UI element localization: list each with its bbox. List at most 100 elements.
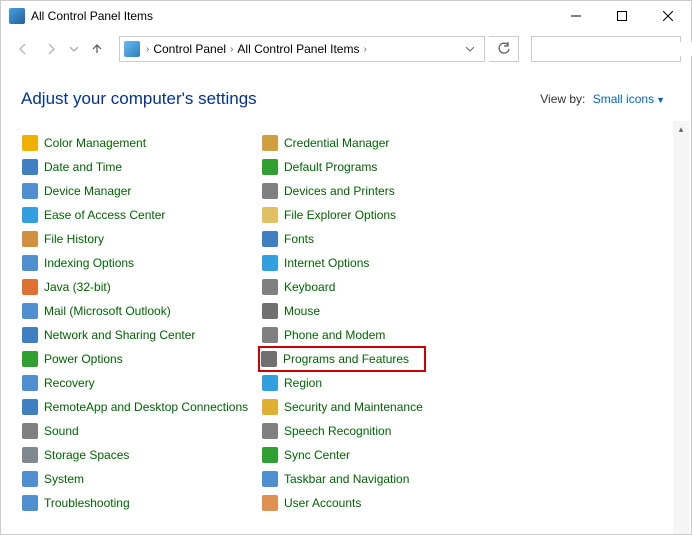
cpl-item[interactable]: File Explorer Options [259,203,499,227]
chevron-right-icon: › [146,44,149,55]
cpl-item[interactable]: Ease of Access Center [19,203,259,227]
cpl-item-label: Java (32-bit) [44,280,111,294]
cpl-item-label: Programs and Features [283,352,409,366]
address-bar[interactable]: › Control Panel › All Control Panel Item… [119,36,485,62]
up-button[interactable] [85,37,109,61]
cpl-item-icon [22,207,38,223]
cpl-item[interactable]: Mouse [259,299,499,323]
cpl-item-icon [262,399,278,415]
cpl-item-icon [262,495,278,511]
cpl-item[interactable]: Keyboard [259,275,499,299]
cpl-item[interactable]: Recovery [19,371,259,395]
cpl-item-label: User Accounts [284,496,361,510]
cpl-item[interactable]: Color Management [19,131,259,155]
cpl-item-label: Keyboard [284,280,335,294]
cpl-item[interactable]: Storage Spaces [19,443,259,467]
cpl-item-label: Mail (Microsoft Outlook) [44,304,171,318]
cpl-item-label: Credential Manager [284,136,389,150]
cpl-item-icon [22,399,38,415]
cpl-item[interactable]: Devices and Printers [259,179,499,203]
cpl-item-label: Color Management [44,136,146,150]
cpl-item[interactable]: Region [259,371,499,395]
cpl-item-label: Fonts [284,232,314,246]
cpl-item-icon [262,183,278,199]
chevron-down-icon: ▼ [656,95,665,105]
cpl-item[interactable]: Fonts [259,227,499,251]
cpl-item-icon [22,183,38,199]
cpl-item[interactable]: RemoteApp and Desktop Connections [19,395,259,419]
search-box[interactable] [531,36,681,62]
cpl-item[interactable]: Device Manager [19,179,259,203]
cpl-item[interactable]: Speech Recognition [259,419,499,443]
address-dropdown[interactable] [460,47,480,52]
cpl-item[interactable]: Sound [19,419,259,443]
cpl-item-label: Security and Maintenance [284,400,423,414]
minimize-button[interactable] [553,1,599,31]
breadcrumb-segment[interactable]: All Control Panel Items [235,42,361,56]
cpl-item-label: Recovery [44,376,95,390]
cpl-item[interactable]: Indexing Options [19,251,259,275]
location-icon [124,41,140,57]
cpl-item-label: File Explorer Options [284,208,396,222]
refresh-button[interactable] [489,36,519,62]
cpl-item[interactable]: Taskbar and Navigation [259,467,499,491]
cpl-item-icon [22,279,38,295]
cpl-item[interactable]: Credential Manager [259,131,499,155]
cpl-item[interactable]: Programs and Features [258,346,426,372]
cpl-item-label: RemoteApp and Desktop Connections [44,400,248,414]
cpl-item[interactable]: File History [19,227,259,251]
cpl-item[interactable]: Phone and Modem [259,323,499,347]
cpl-item[interactable]: Network and Sharing Center [19,323,259,347]
cpl-item[interactable]: Internet Options [259,251,499,275]
cpl-item-label: Region [284,376,322,390]
cpl-item-label: Troubleshooting [44,496,130,510]
cpl-item[interactable]: Power Options [19,347,259,371]
cpl-item[interactable]: System [19,467,259,491]
cpl-item-icon [262,375,278,391]
chevron-right-icon: › [363,44,366,55]
navbar: › Control Panel › All Control Panel Item… [1,31,691,67]
cpl-item[interactable]: Troubleshooting [19,491,259,515]
cpl-item-label: System [44,472,84,486]
cpl-item[interactable]: Mail (Microsoft Outlook) [19,299,259,323]
cpl-item-icon [262,447,278,463]
cpl-item-icon [22,375,38,391]
cpl-item-icon [22,231,38,247]
cpl-item-icon [262,231,278,247]
back-button[interactable] [11,37,35,61]
scrollbar[interactable]: ▴ [673,121,689,534]
breadcrumb-segment[interactable]: Control Panel [151,42,228,56]
cpl-item-icon [22,303,38,319]
titlebar: All Control Panel Items [1,1,691,31]
cpl-item-label: Sound [44,424,79,438]
cpl-item-label: Network and Sharing Center [44,328,195,342]
cpl-item-icon [262,207,278,223]
cpl-item-label: Mouse [284,304,320,318]
cpl-item-icon [22,423,38,439]
cpl-item-icon [22,351,38,367]
control-panel-icon [9,8,25,24]
cpl-item[interactable]: Java (32-bit) [19,275,259,299]
history-dropdown[interactable] [67,47,81,52]
scroll-up-icon[interactable]: ▴ [673,121,689,137]
search-input[interactable] [538,42,692,56]
cpl-item-label: Date and Time [44,160,122,174]
forward-button[interactable] [39,37,63,61]
cpl-item-label: Power Options [44,352,123,366]
cpl-item[interactable]: Date and Time [19,155,259,179]
cpl-item-label: File History [44,232,104,246]
cpl-item-label: Internet Options [284,256,369,270]
viewby-dropdown[interactable]: Small icons▼ [593,92,665,106]
cpl-item[interactable]: Security and Maintenance [259,395,499,419]
items-container: Color Management Credential Manager Date a… [1,121,691,534]
page-title: Adjust your computer's settings [21,89,257,109]
cpl-item-icon [262,279,278,295]
close-button[interactable] [645,1,691,31]
cpl-item-label: Sync Center [284,448,350,462]
cpl-item[interactable]: Sync Center [259,443,499,467]
maximize-button[interactable] [599,1,645,31]
cpl-item-label: Devices and Printers [284,184,395,198]
cpl-item[interactable]: Default Programs [259,155,499,179]
cpl-item[interactable]: User Accounts [259,491,499,515]
cpl-item-icon [261,351,277,367]
